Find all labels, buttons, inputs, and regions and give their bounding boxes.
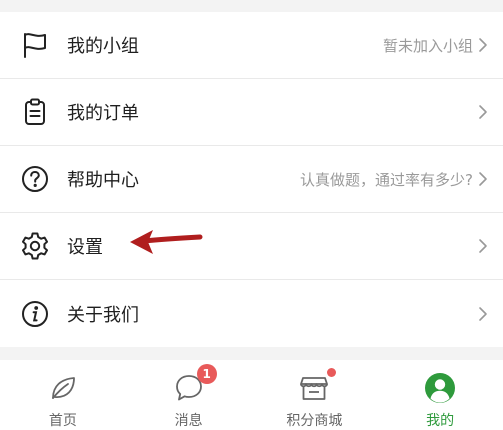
menu-item-label: 设置 xyxy=(67,237,103,258)
menu-item-hint: 暂未加入小组 xyxy=(382,36,473,55)
chevron-right-icon xyxy=(479,239,487,253)
tab-label: 我的 xyxy=(426,413,455,429)
annotation-arrow-icon xyxy=(130,230,203,254)
tab-mine[interactable]: 我的 xyxy=(377,360,503,430)
menu-item-label: 我的订单 xyxy=(67,103,139,124)
bottom-tab-bar: 首页 1 消息 积分商城 我的 xyxy=(0,360,503,430)
info-circle-icon xyxy=(17,296,53,332)
menu-item-label: 我的小组 xyxy=(67,36,139,57)
notification-dot xyxy=(327,368,337,377)
chevron-right-icon xyxy=(479,306,487,321)
leaf-icon xyxy=(47,372,79,404)
chat-bubble-icon: 1 xyxy=(173,364,217,404)
chevron-right-icon xyxy=(479,172,487,186)
clipboard-icon xyxy=(17,94,53,130)
settings-menu-list: 我的小组 暂未加入小组 我的订单 帮助中心 认真做题，通过率有多少? 设置 关于… xyxy=(0,12,503,347)
menu-item-label: 关于我们 xyxy=(67,304,139,326)
store-icon xyxy=(298,368,337,404)
tab-home[interactable]: 首页 xyxy=(0,360,126,430)
question-circle-icon xyxy=(17,161,53,197)
tab-label: 积分商城 xyxy=(286,413,343,429)
tab-messages[interactable]: 1 消息 xyxy=(126,360,252,430)
menu-item-my-group[interactable]: 我的小组 暂未加入小组 xyxy=(0,12,503,79)
chevron-right-icon xyxy=(479,105,487,119)
menu-item-help-center[interactable]: 帮助中心 认真做题，通过率有多少? xyxy=(0,146,503,213)
flag-icon xyxy=(17,27,53,63)
tab-label: 首页 xyxy=(48,413,77,429)
tab-points-mall[interactable]: 积分商城 xyxy=(252,360,378,430)
tab-label: 消息 xyxy=(174,413,203,429)
menu-item-settings[interactable]: 设置 xyxy=(0,213,503,280)
gear-icon xyxy=(17,228,53,264)
menu-item-about-us[interactable]: 关于我们 xyxy=(0,280,503,347)
menu-item-my-orders[interactable]: 我的订单 xyxy=(0,79,503,146)
user-avatar-icon xyxy=(424,372,456,404)
menu-item-label: 帮助中心 xyxy=(67,170,139,191)
menu-item-hint: 认真做题，通过率有多少? xyxy=(300,170,473,189)
unread-badge: 1 xyxy=(196,364,217,384)
chevron-right-icon xyxy=(479,38,487,52)
